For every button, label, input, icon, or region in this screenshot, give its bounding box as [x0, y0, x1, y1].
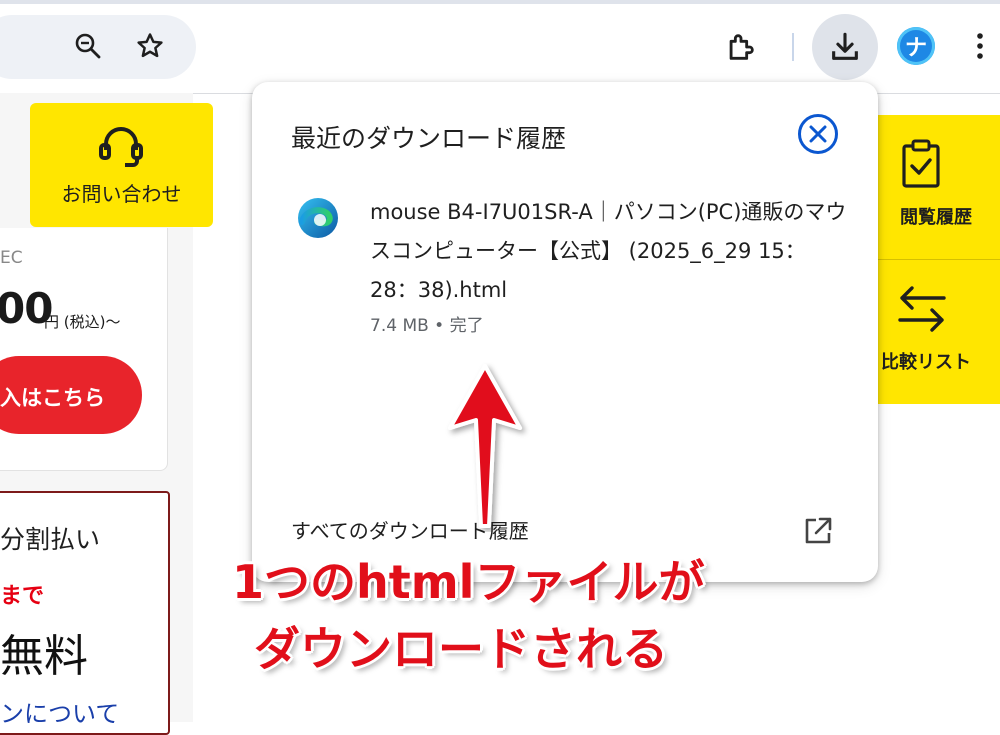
edge-icon [296, 196, 340, 240]
compare-arrows-icon[interactable] [896, 284, 948, 332]
tab-strip-edge [0, 0, 1000, 4]
price-unit: 円 (税込)～ [44, 313, 121, 331]
buy-button-label: 入はこちら [0, 386, 105, 410]
payment-info-link[interactable]: ンについて [0, 694, 119, 729]
product-card [0, 228, 168, 471]
toolbar-separator [792, 33, 794, 61]
annotation-arrow-icon [440, 362, 530, 532]
more-menu-icon[interactable] [968, 28, 992, 64]
payment-subtitle: まで [0, 584, 45, 609]
download-status: 7.4 MB • 完了 [370, 316, 484, 336]
close-icon[interactable] [797, 113, 839, 155]
annotation-line-2: ダウンロードされる [254, 622, 668, 676]
bookmark-star-icon[interactable] [132, 28, 168, 64]
download-bubble [252, 82, 878, 582]
headset-icon [96, 124, 146, 170]
maker-text: EC [0, 248, 23, 268]
payment-free-text: 無料 [0, 631, 88, 682]
download-bubble-title: 最近のダウンロード履歴 [291, 124, 567, 153]
download-file-name[interactable]: mouse B4-I7U01SR-A｜パソコン(PC)通販のマウスコンピューター… [370, 193, 850, 310]
download-icon [828, 30, 862, 64]
contact-label: お問い合わせ [61, 182, 182, 206]
annotation-line-1: 1つのhtmlファイルが [232, 555, 705, 609]
browsing-history-label[interactable]: 閲覧履歴 [872, 203, 1000, 229]
side-menu-divider [872, 259, 1000, 260]
profile-avatar[interactable]: ナ [897, 27, 935, 65]
compare-list-label[interactable]: 比較リスト [862, 348, 990, 374]
clipboard-check-icon[interactable] [900, 138, 942, 190]
zoom-icon[interactable] [70, 28, 106, 64]
download-button[interactable] [812, 14, 878, 80]
payment-title: 分割払い [0, 525, 101, 554]
open-in-new-icon[interactable] [803, 516, 833, 546]
extensions-icon[interactable] [722, 28, 760, 66]
